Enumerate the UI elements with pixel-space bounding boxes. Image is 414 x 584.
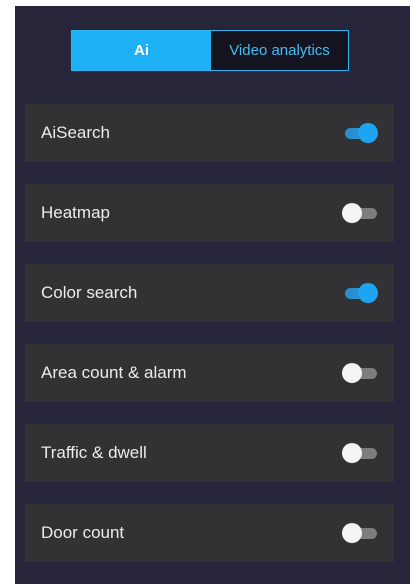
toggle-knob	[358, 123, 378, 143]
toggle-knob	[342, 203, 362, 223]
toggle-knob	[358, 283, 378, 303]
feature-label: Traffic & dwell	[41, 443, 147, 462]
feature-label: Area count & alarm	[41, 363, 187, 382]
tab-ai[interactable]: Ai	[72, 31, 211, 70]
feature-label: Door count	[41, 523, 125, 542]
feature-row-traffic-dwell: Traffic & dwell	[25, 424, 394, 482]
feature-row-color-search: Color search	[25, 264, 394, 322]
toggle-knob	[342, 363, 362, 383]
aisearch-toggle[interactable]	[342, 122, 378, 144]
feature-label: Color search	[41, 283, 138, 302]
feature-label: Heatmap	[41, 203, 110, 222]
feature-row-aisearch: AiSearch	[25, 104, 394, 162]
tab-video-analytics[interactable]: Video analytics	[211, 31, 348, 70]
toggle-knob	[342, 523, 362, 543]
feature-row-door-count: Door count	[25, 504, 394, 562]
feature-row-area-count-alarm: Area count & alarm	[25, 344, 394, 402]
analytics-mode-switch: Ai Video analytics	[71, 30, 349, 71]
feature-label: AiSearch	[41, 123, 110, 142]
ai-settings-panel: Ai Video analytics AiSearch Heatmap Colo…	[15, 6, 410, 584]
door-count-toggle[interactable]	[342, 522, 378, 544]
area-count-alarm-toggle[interactable]	[342, 362, 378, 384]
traffic-dwell-toggle[interactable]	[342, 442, 378, 464]
heatmap-toggle[interactable]	[342, 202, 378, 224]
feature-row-heatmap: Heatmap	[25, 184, 394, 242]
color-search-toggle[interactable]	[342, 282, 378, 304]
toggle-knob	[342, 443, 362, 463]
